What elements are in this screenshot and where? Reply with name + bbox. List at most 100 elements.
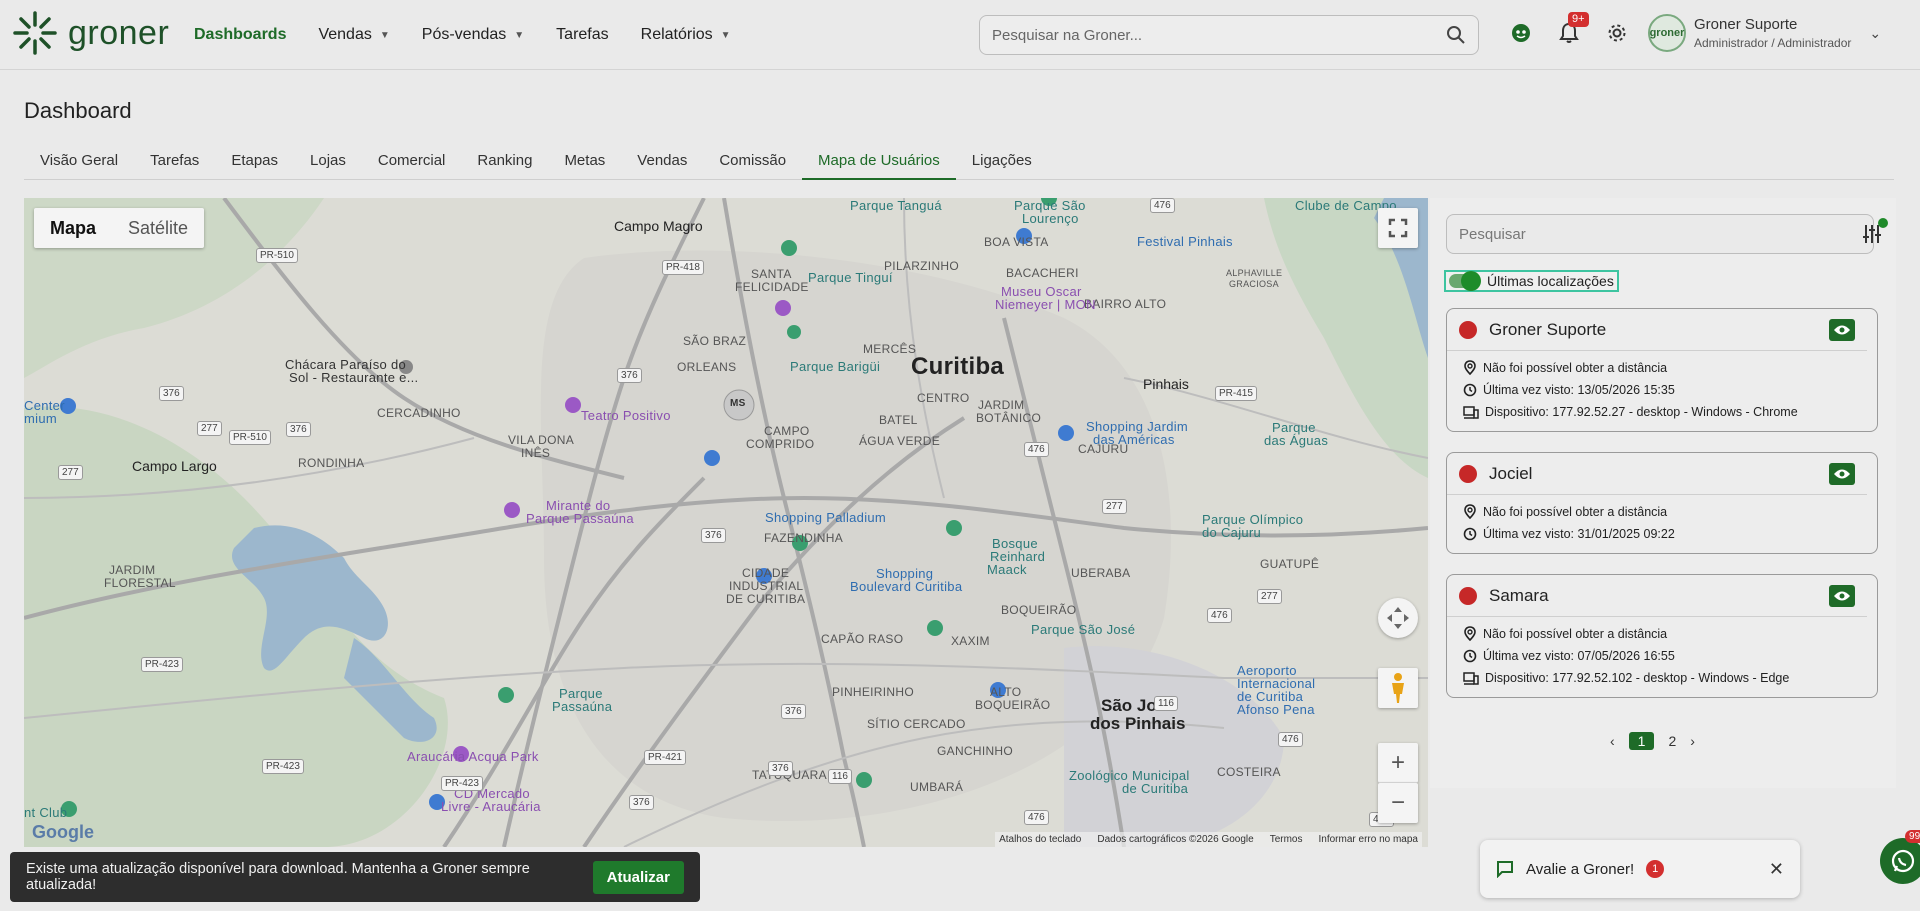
map-poi-do-cajuru[interactable]: do Cajuru: [1202, 525, 1261, 540]
tab-metas[interactable]: Metas: [548, 144, 621, 180]
map-poi-passauna[interactable]: Parque Passaúna: [526, 511, 634, 526]
tab-ligacoes[interactable]: Ligações: [956, 144, 1048, 180]
settings-button[interactable]: [1604, 20, 1630, 46]
map-poi-club[interactable]: nt Club: [24, 805, 67, 820]
map-cluster-label[interactable]: MS: [730, 398, 746, 409]
tab-lojas[interactable]: Lojas: [294, 144, 362, 180]
map-type-mapa-button[interactable]: Mapa: [34, 208, 112, 248]
pan-control-button[interactable]: [1378, 598, 1418, 638]
map-poi-araucaria[interactable]: Araucária Acqua Park: [407, 749, 539, 764]
map-poi-teatro[interactable]: Teatro Positivo: [581, 408, 671, 423]
map-poi-shopping-palladium[interactable]: Shopping Palladium: [765, 510, 886, 525]
nav-tarefas[interactable]: Tarefas: [556, 26, 608, 44]
users-map[interactable]: MS Campo Magro Curitiba Campo Largo Pinh…: [24, 198, 1428, 847]
tab-vendas[interactable]: Vendas: [621, 144, 703, 180]
map-poi-sol[interactable]: Sol - Restaurante e...: [289, 370, 418, 385]
search-icon[interactable]: [1446, 25, 1466, 45]
map-poi-mium[interactable]: mium: [24, 411, 57, 426]
map-poi-parque-sao-jose[interactable]: Parque São José: [1031, 622, 1135, 637]
map-poi-das-americas[interactable]: das Américas: [1093, 432, 1175, 447]
map-label-centro: CENTRO: [917, 391, 970, 405]
map-label-cercadinho: CERCADINHO: [377, 406, 461, 420]
pagination-page-2[interactable]: 2: [1668, 733, 1676, 749]
whatsapp-button[interactable]: 99+: [1880, 830, 1920, 884]
update-message: Existe uma atualização disponível para d…: [26, 861, 530, 893]
map-type-satelite-button[interactable]: Satélite: [112, 208, 204, 248]
road-shield: 476: [1024, 442, 1049, 457]
tab-etapas[interactable]: Etapas: [215, 144, 294, 180]
map-poi-passauna2[interactable]: Passaúna: [552, 699, 612, 714]
last-seen-row: Última vez visto: 07/05/2026 16:55: [1447, 645, 1877, 667]
close-icon[interactable]: ✕: [1769, 859, 1784, 880]
move-arrows-icon: [1387, 607, 1409, 629]
map-poi-afonso[interactable]: Afonso Pena: [1237, 702, 1315, 717]
pagination-next-button[interactable]: ›: [1690, 733, 1695, 749]
road-shield: 277: [58, 465, 83, 480]
distance-row: Não foi possível obter a distância: [1447, 623, 1877, 645]
tab-tarefas[interactable]: Tarefas: [134, 144, 215, 180]
road-shield: 116: [1154, 696, 1178, 711]
map-terms-link[interactable]: Termos: [1270, 834, 1303, 845]
last-seen-text: Última vez visto: 13/05/2026 15:35: [1483, 383, 1675, 397]
user-card: Samara Não foi possível obter a distânci…: [1446, 574, 1878, 698]
nav-dashboards[interactable]: Dashboards: [194, 26, 286, 44]
tab-visao-geral[interactable]: Visão Geral: [24, 144, 134, 180]
view-user-button[interactable]: [1829, 584, 1855, 607]
map-poi-parque-barigui[interactable]: Parque Barigüi: [790, 359, 880, 374]
view-user-button[interactable]: [1829, 318, 1855, 341]
tab-comissao[interactable]: Comissão: [703, 144, 802, 180]
user-menu[interactable]: groner Groner Suporte Administrador / Ad…: [1648, 14, 1881, 52]
nav-vendas[interactable]: Vendas ▼: [318, 26, 389, 44]
map-poi-niemeyer[interactable]: Niemeyer | MON: [995, 297, 1096, 312]
user-card-header: Groner Suporte: [1447, 309, 1867, 351]
chat-bot-icon[interactable]: [1508, 20, 1534, 46]
map-label-sitio-cercado: SÍTIO CERCADO: [867, 717, 966, 731]
logo[interactable]: groner: [12, 10, 169, 56]
map-poi-livre[interactable]: Livre - Araucária: [441, 799, 541, 814]
map-poi-maack[interactable]: Maack: [987, 562, 1027, 577]
panel-search-input[interactable]: [1459, 215, 1861, 253]
pagination-page-1[interactable]: 1: [1628, 732, 1655, 750]
rate-badge: 1: [1646, 860, 1665, 878]
rate-groner-widget[interactable]: Avalie a Groner! 1 ✕: [1480, 840, 1800, 898]
pagination-prev-button[interactable]: ‹: [1610, 733, 1615, 749]
map-poi-parque-tangua[interactable]: Parque Tanguá: [850, 198, 942, 213]
location-pin-icon: [1464, 360, 1476, 376]
map-label-jardim: JARDIM: [978, 398, 1025, 412]
map-poi-boulevard[interactable]: Boulevard Curitiba: [850, 579, 962, 594]
location-pin-icon: [1464, 504, 1476, 520]
last-locations-toggle[interactable]: Últimas localizações: [1444, 270, 1619, 292]
map-label-felicidade: FELICIDADE: [735, 280, 809, 294]
user-card: Jociel Não foi possível obter a distânci…: [1446, 452, 1878, 554]
header-icons: 9+: [1508, 12, 1630, 46]
global-search-input[interactable]: [992, 26, 1446, 44]
map-poi-lourenco[interactable]: Lourenço: [1022, 211, 1079, 226]
google-logo[interactable]: Google: [32, 822, 94, 843]
tab-comercial[interactable]: Comercial: [362, 144, 462, 180]
map-poi-das-aguas[interactable]: das Águas: [1264, 433, 1328, 448]
map-poi-zoo-de-curitiba[interactable]: de Curitiba: [1122, 781, 1188, 796]
map-poi-parque-tingui[interactable]: Parque Tinguí: [808, 270, 893, 285]
map-label-comprido: COMPRIDO: [746, 437, 815, 451]
map-report-error-link[interactable]: Informar erro no mapa: [1319, 834, 1419, 845]
street-view-button[interactable]: [1378, 668, 1418, 708]
road-shield: PR-510: [229, 430, 271, 445]
distance-text: Não foi possível obter a distância: [1483, 361, 1668, 375]
toggle-switch[interactable]: [1449, 271, 1481, 291]
tab-mapa-de-usuarios[interactable]: Mapa de Usuários: [802, 144, 956, 180]
notifications-button[interactable]: 9+: [1556, 12, 1589, 46]
map-poi-festival[interactable]: Festival Pinhais: [1137, 234, 1233, 249]
tab-ranking[interactable]: Ranking: [461, 144, 548, 180]
zoom-out-button[interactable]: −: [1378, 783, 1418, 823]
fullscreen-button[interactable]: [1378, 208, 1418, 248]
nav-pos-vendas[interactable]: Pós-vendas ▼: [422, 26, 524, 44]
update-button[interactable]: Atualizar: [592, 860, 684, 894]
page-title: Dashboard: [24, 98, 132, 123]
filter-button[interactable]: [1852, 214, 1892, 254]
view-user-button[interactable]: [1829, 462, 1855, 485]
map-keyboard-shortcuts-link[interactable]: Atalhos do teclado: [999, 834, 1081, 845]
nav-relatorios[interactable]: Relatórios ▼: [641, 26, 731, 44]
filter-active-indicator: [1878, 218, 1888, 228]
zoom-in-button[interactable]: +: [1378, 743, 1418, 783]
map-label-florestal: FLORESTAL: [104, 576, 176, 590]
